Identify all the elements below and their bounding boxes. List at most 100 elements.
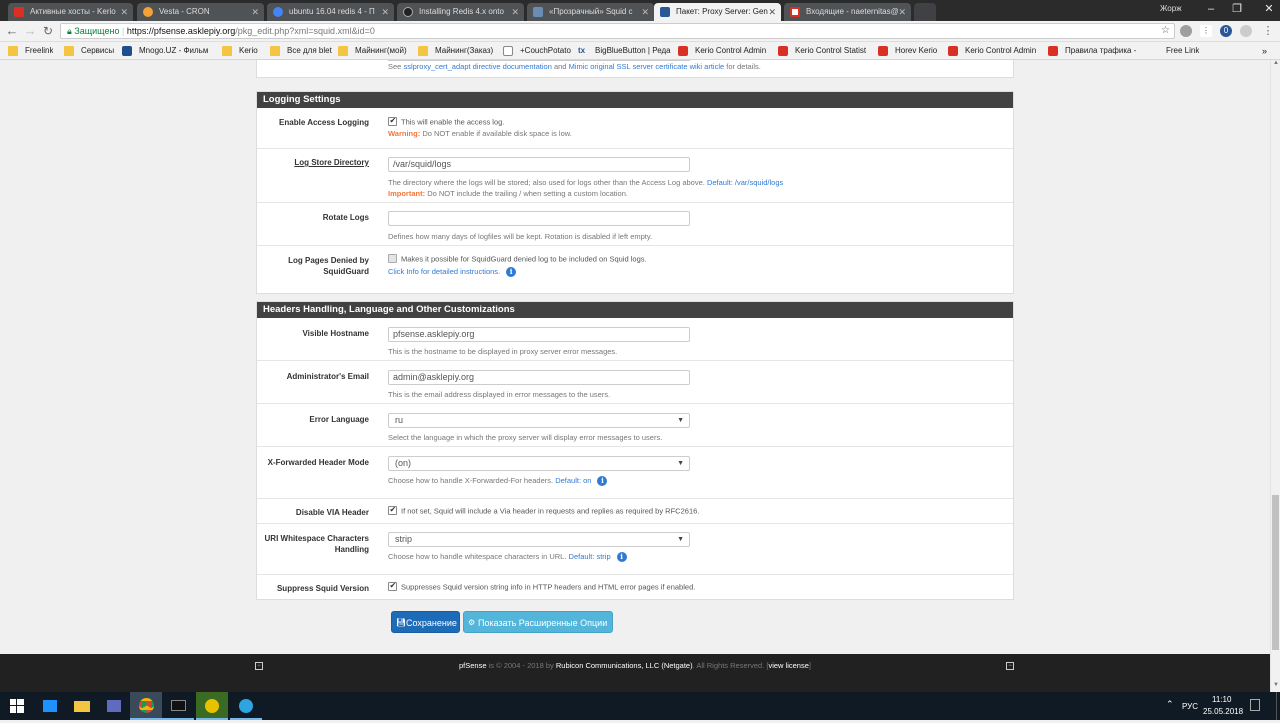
info-instructions-link[interactable]: Click Info for detailed instructions. — [388, 267, 500, 276]
default-link[interactable]: Default: on — [555, 476, 591, 485]
extension-icon[interactable]: 0 — [1220, 25, 1232, 37]
bookmark-item[interactable]: Kerio Control Admin — [678, 45, 772, 57]
page-icon — [503, 46, 513, 56]
folder-icon — [338, 46, 348, 56]
folder-icon — [222, 46, 232, 56]
uri-whitespace-select[interactable]: strip ▼ — [388, 532, 690, 547]
log-store-directory-input[interactable]: /var/squid/logs — [388, 157, 690, 172]
field-label: Log Pages Denied by SquidGuard — [288, 256, 369, 276]
mimic-ssl-wiki-link[interactable]: Mimic original SSL server certificate wi… — [569, 62, 725, 71]
folder-icon — [64, 46, 74, 56]
browser-tab[interactable]: Installing Redis 4.x onto ✕ — [397, 3, 524, 21]
error-language-select[interactable]: ru ▼ — [388, 413, 690, 428]
show-advanced-button[interactable]: ⚙ Показать Расширенные Опции — [463, 611, 613, 633]
default-path-link[interactable]: Default: /var/squid/logs — [707, 178, 783, 187]
scroll-up-icon[interactable]: ▲ — [1271, 60, 1280, 70]
bookmark-item[interactable]: Free Link — [1152, 45, 1199, 57]
tx-icon: tx — [578, 46, 586, 55]
chrome-menu-icon[interactable]: ⋮ — [1260, 23, 1276, 39]
bookmark-item[interactable]: tx BigBlueButton | Реда — [578, 45, 672, 57]
bookmark-item[interactable]: +CouchPotato — [503, 45, 571, 57]
log-denied-checkbox[interactable] — [388, 254, 397, 264]
tab-close-icon[interactable]: ✕ — [251, 3, 259, 21]
bookmark-item[interactable]: Все для blet — [270, 45, 332, 57]
x-forwarded-select[interactable]: (on) ▼ — [388, 456, 690, 471]
collapse-icon[interactable]: − — [255, 662, 263, 670]
sslproxy-doc-link[interactable]: sslproxy_cert_adapt directive documentat… — [403, 62, 551, 71]
info-icon[interactable]: i — [506, 267, 517, 278]
input-language[interactable]: РУС — [1182, 702, 1198, 711]
field-label: Visible Hostname — [302, 329, 369, 338]
clock-date[interactable]: 25.05.2018 — [1203, 707, 1243, 716]
bookmark-item[interactable]: Horev Kerio — [878, 45, 937, 57]
enable-access-logging-checkbox[interactable] — [388, 116, 397, 127]
field-label: X-Forwarded Header Mode — [267, 458, 369, 467]
disable-via-checkbox[interactable] — [388, 505, 397, 516]
collapse-icon[interactable]: − — [1006, 662, 1014, 670]
bookmark-item[interactable]: Freelink — [8, 45, 53, 57]
browser-tab[interactable]: «Прозрачный» Squid с ✕ — [527, 3, 654, 21]
extension-icon[interactable] — [1240, 25, 1252, 37]
reload-icon[interactable]: ↻ — [40, 23, 56, 39]
browser-tab-active[interactable]: Пакет: Proxy Server: Gen ✕ — [654, 3, 781, 21]
back-arrow-icon[interactable]: ← — [4, 23, 20, 39]
forward-arrow-icon[interactable]: → — [22, 23, 38, 39]
bookmarks-overflow-icon[interactable]: » — [1262, 45, 1267, 57]
show-desktop-button[interactable] — [1276, 692, 1280, 720]
clock-time[interactable]: 11:10 — [1212, 695, 1231, 704]
tray-expand-icon[interactable]: ⌃ — [1166, 699, 1174, 710]
close-window-icon[interactable]: ✕ — [1246, 0, 1280, 21]
info-icon[interactable]: i — [616, 552, 627, 563]
kerio-icon — [878, 46, 888, 56]
bookmark-item[interactable]: Mnogo.UZ - Фильм — [122, 45, 216, 57]
windows-taskbar: ⌃ РУС 11:10 25.05.2018 — [0, 692, 1280, 720]
windows-start-icon[interactable] — [0, 692, 34, 720]
bookmark-item[interactable]: Сервисы — [64, 45, 114, 57]
tab-close-icon[interactable]: ✕ — [768, 3, 776, 21]
tab-close-icon[interactable]: ✕ — [120, 3, 128, 21]
bookmark-star-icon[interactable]: ☆ — [1161, 24, 1170, 38]
new-tab-button[interactable] — [914, 3, 936, 21]
kerio-icon — [778, 46, 788, 56]
bookmark-item[interactable]: Kerio — [222, 45, 258, 57]
admin-email-input[interactable]: admin@asklepiy.org — [388, 370, 690, 385]
tab-close-icon[interactable]: ✕ — [641, 3, 649, 21]
scrollbar-thumb[interactable] — [1272, 495, 1279, 650]
info-icon[interactable]: i — [597, 476, 608, 487]
telegram-icon[interactable] — [230, 692, 262, 720]
profile-name[interactable]: Жорж — [1160, 4, 1182, 13]
remote-desktop-icon[interactable] — [98, 692, 130, 720]
browser-tab[interactable]: Активные хосты - Kerio ✕ — [8, 3, 133, 21]
browser-tab[interactable]: Входящие - naeternitas@ ✕ — [784, 3, 911, 21]
address-bar[interactable]: 🔒︎ Защищено | https://pfsense.asklepiy.o… — [60, 23, 1175, 39]
extension-icon[interactable] — [1180, 25, 1192, 37]
tab-close-icon[interactable]: ✕ — [511, 3, 519, 21]
disable-via-row: Disable VIA Header If not set, Squid wil… — [257, 499, 1013, 524]
store-icon[interactable] — [34, 692, 66, 720]
bookmark-item[interactable]: Правила трафика - — [1048, 45, 1148, 57]
scroll-down-icon[interactable]: ▼ — [1271, 682, 1280, 692]
notification-center-icon[interactable] — [1250, 699, 1260, 711]
bookmark-item[interactable]: Kerio Control Admin — [948, 45, 1042, 57]
bookmark-item[interactable]: Майнинг(Заказ) — [418, 45, 493, 57]
visible-hostname-input[interactable]: pfsense.asklepiy.org — [388, 327, 690, 342]
terminal-icon[interactable] — [162, 692, 194, 720]
tab-close-icon[interactable]: ✕ — [381, 3, 389, 21]
browser-tab[interactable]: ubuntu 16.04 redis 4 - П ✕ — [267, 3, 394, 21]
lock-icon: 🔒︎ — [67, 26, 72, 36]
page-scrollbar[interactable]: ▲ ▼ — [1270, 60, 1280, 692]
tab-close-icon[interactable]: ✕ — [898, 3, 906, 21]
rotate-logs-input[interactable] — [388, 211, 690, 226]
file-explorer-icon[interactable] — [66, 692, 98, 720]
secure-label: Защищено — [74, 26, 120, 36]
browser-tab[interactable]: Vesta - CRON ✕ — [137, 3, 264, 21]
chrome-icon[interactable] — [130, 692, 162, 720]
bookmark-item[interactable]: Майнинг(мой) — [338, 45, 407, 57]
translate-extension-icon[interactable]: ⋮ — [1200, 25, 1212, 37]
bookmark-item[interactable]: Kerio Control Statist — [778, 45, 872, 57]
suppress-version-checkbox[interactable] — [388, 581, 397, 592]
default-link[interactable]: Default: strip — [569, 552, 611, 561]
save-button[interactable]: 💾︎ Сохранение — [391, 611, 460, 633]
view-license-link[interactable]: view license — [768, 661, 808, 670]
app-icon[interactable] — [196, 692, 228, 720]
